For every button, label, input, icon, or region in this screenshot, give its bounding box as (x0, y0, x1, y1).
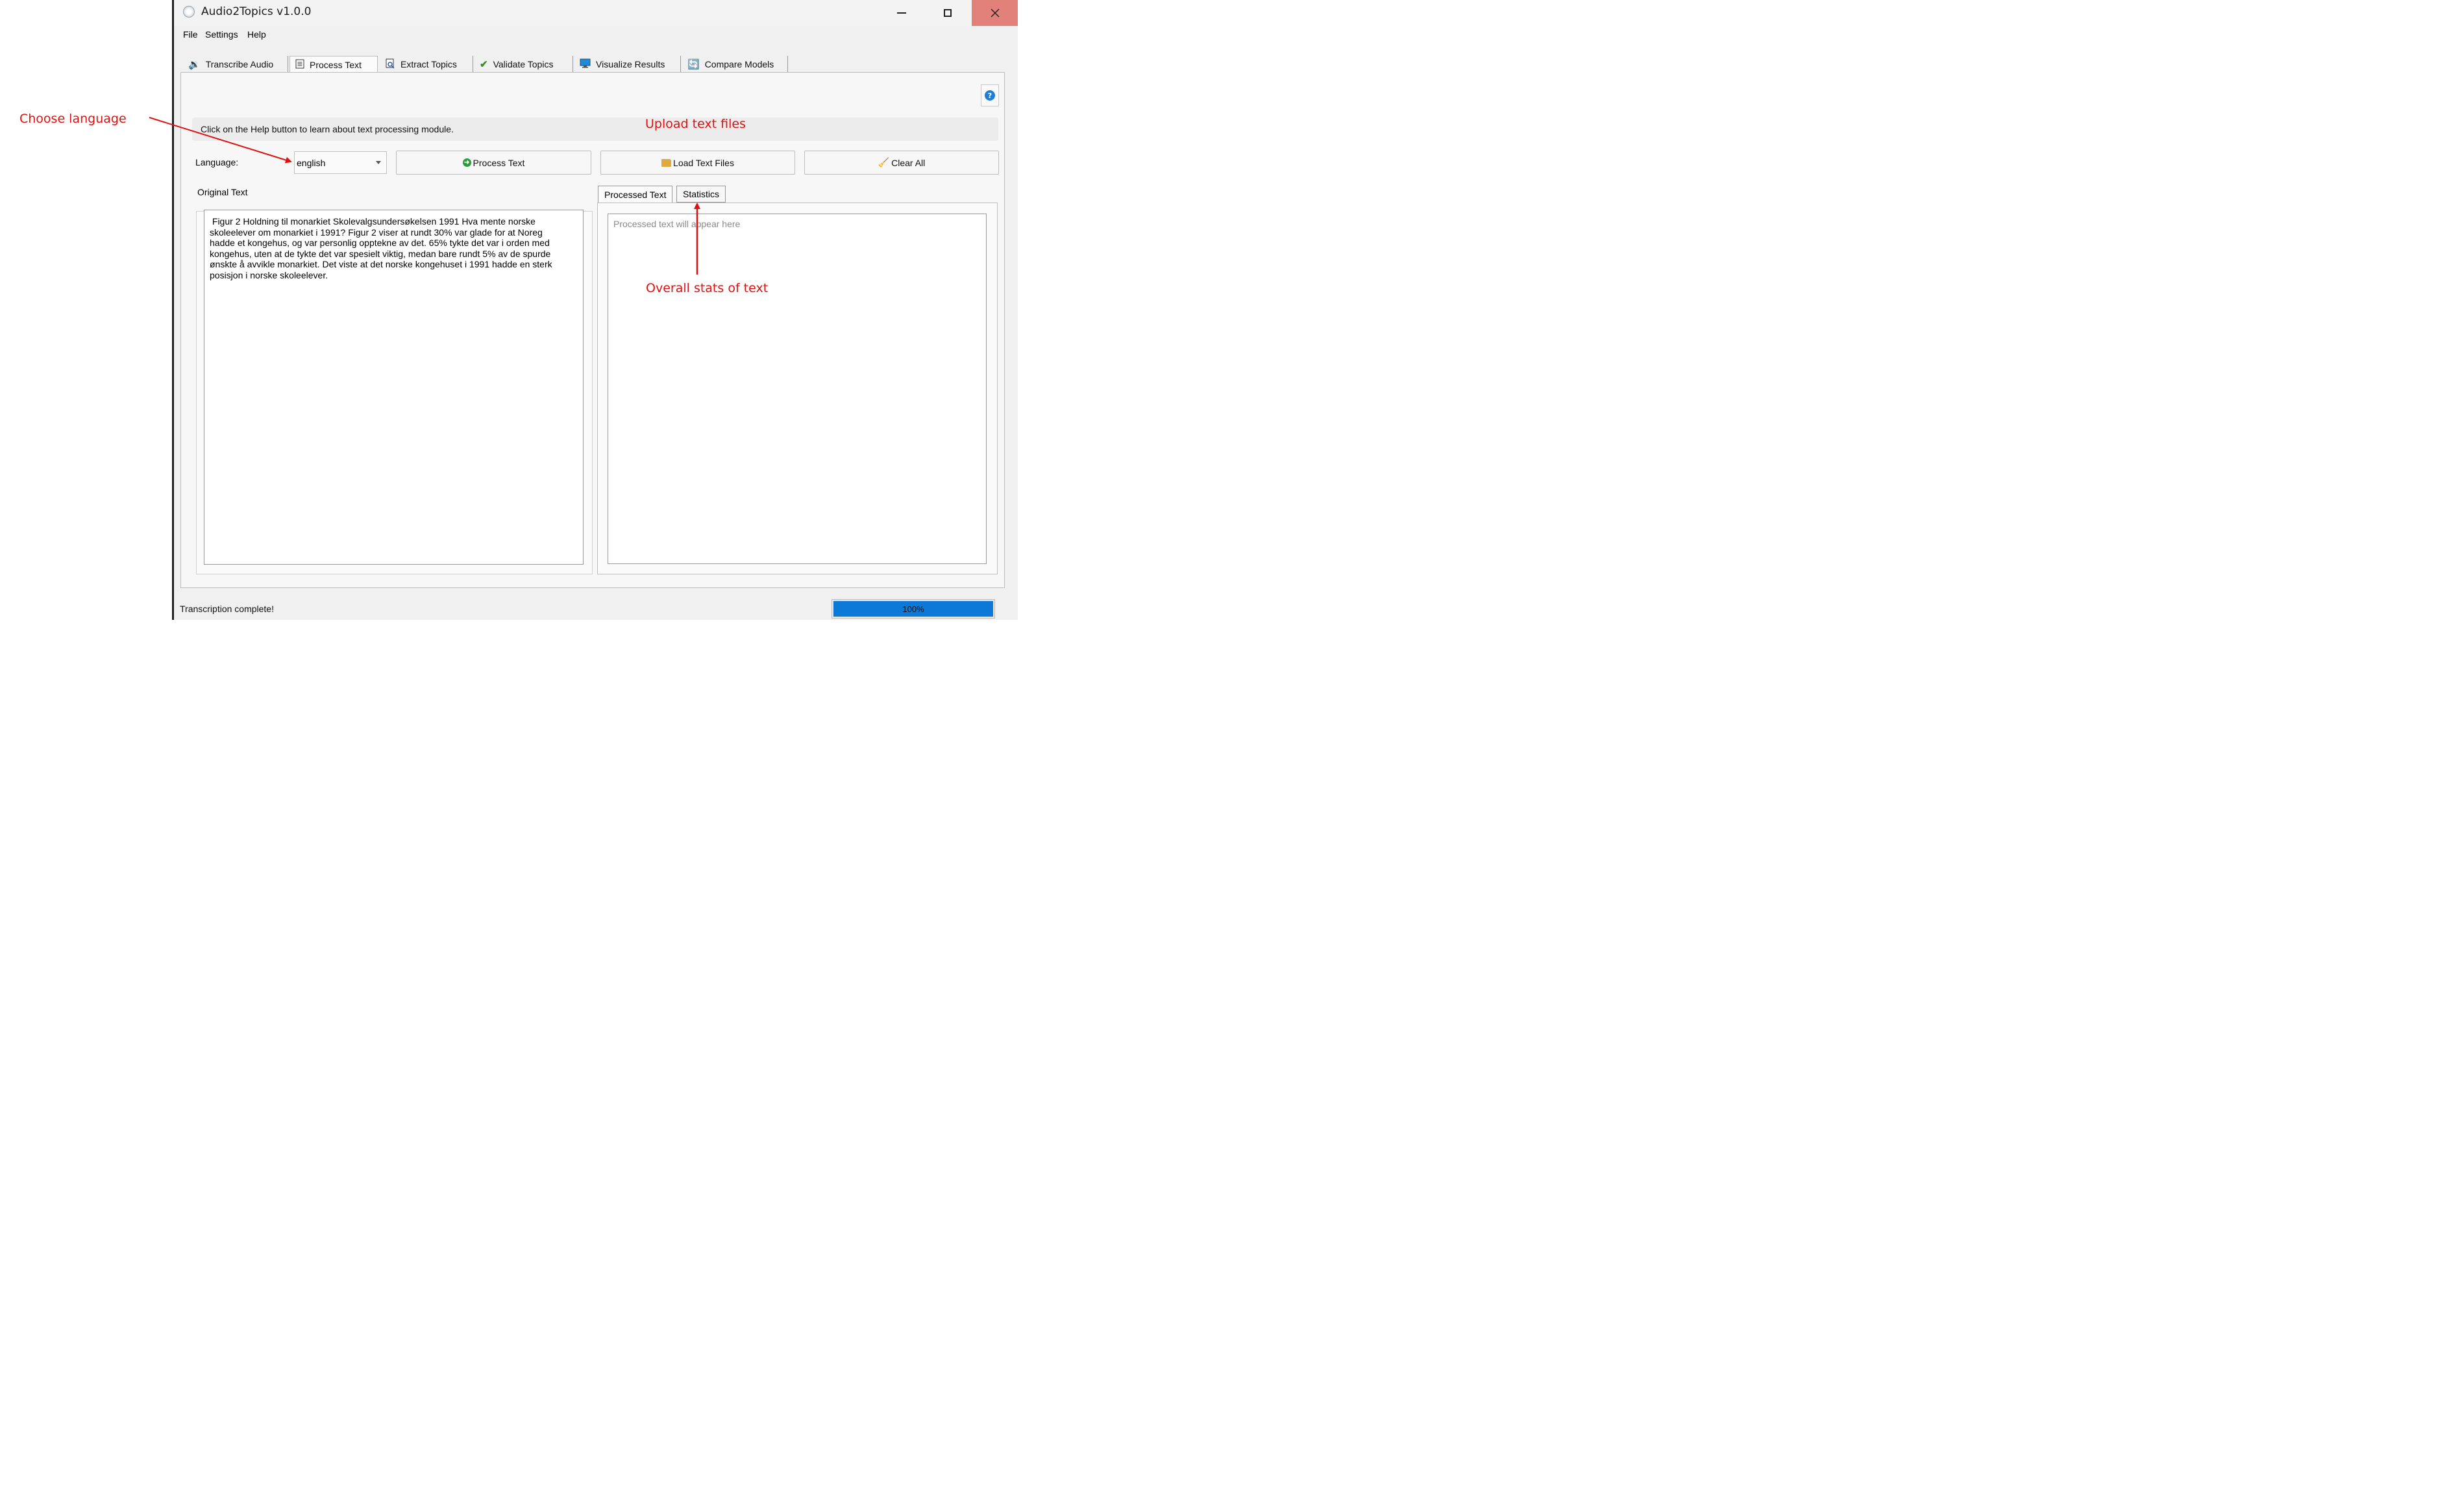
annotation-arrows (149, 117, 700, 275)
arrow-to-language-select (149, 117, 292, 164)
